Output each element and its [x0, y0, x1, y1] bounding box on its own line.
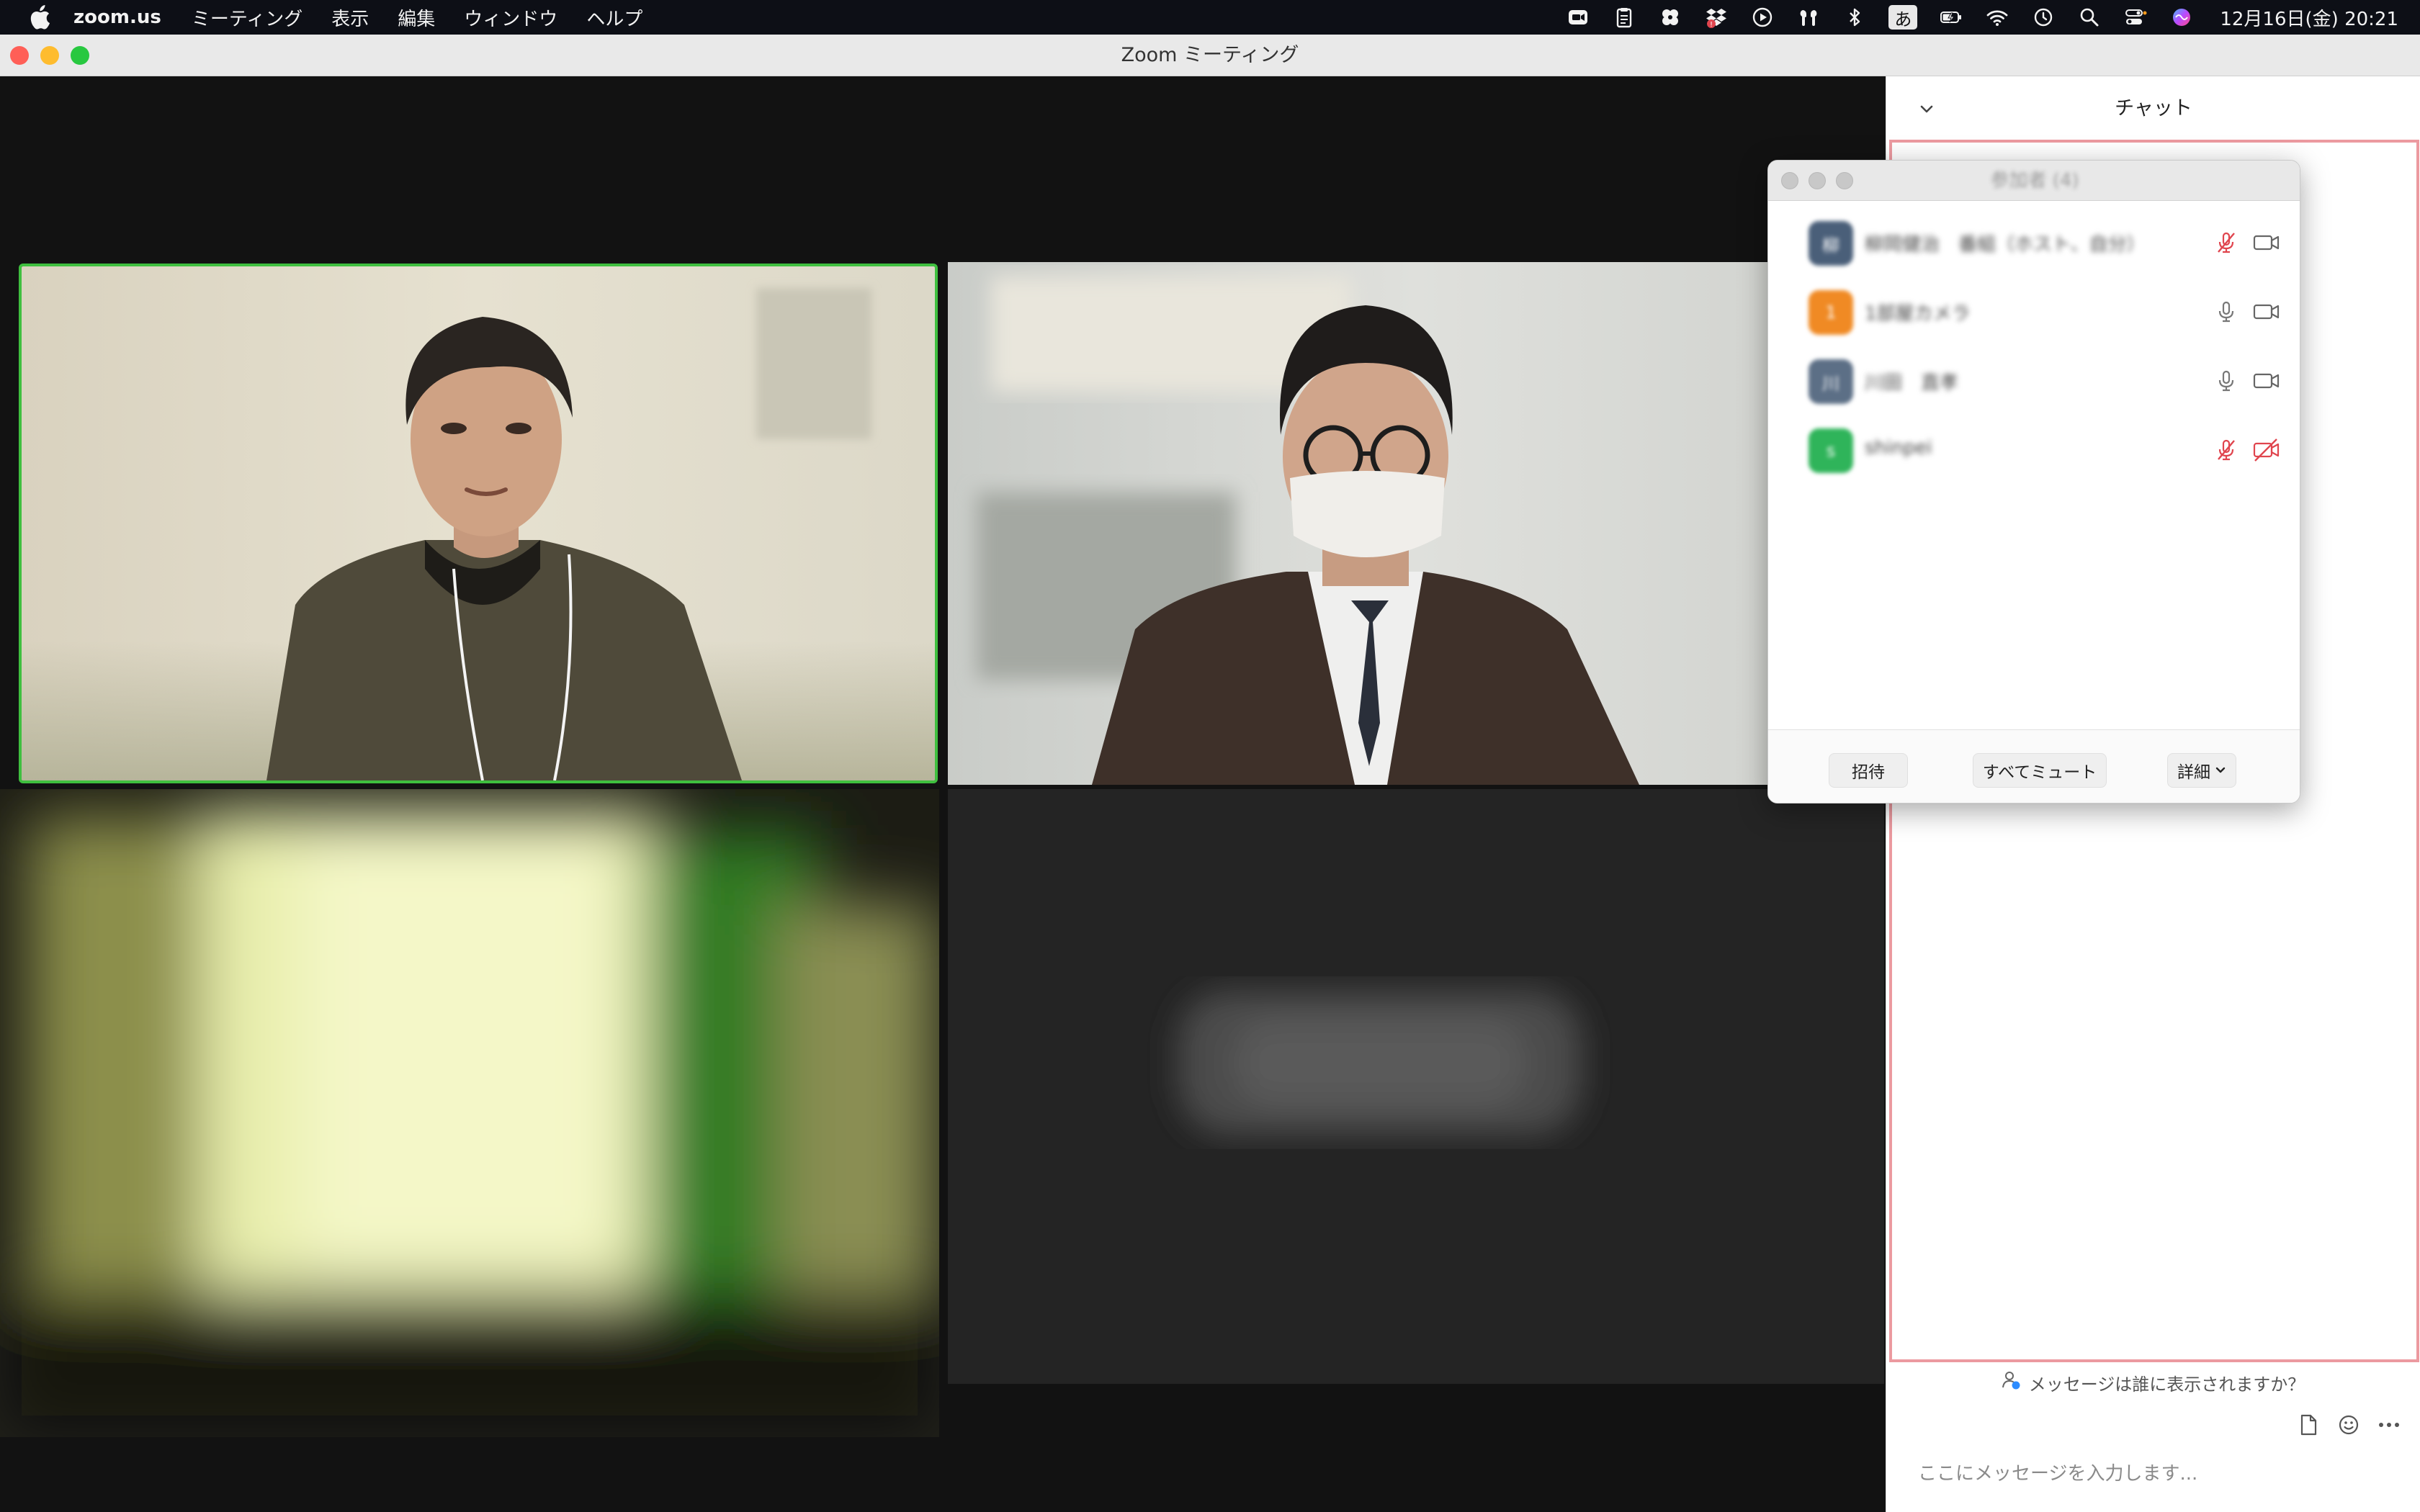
status-area: ! あ 12月16日(金) 20:21 [1566, 0, 2398, 35]
airpods-icon[interactable] [1796, 5, 1821, 30]
battery-charging-icon[interactable] [1939, 5, 1963, 30]
microphone-muted-icon[interactable] [2213, 437, 2239, 463]
participant-row[interactable]: 川 川田 直孝 [1768, 346, 2300, 415]
chat-title: チャット [2115, 97, 2192, 120]
mute-all-button[interactable]: すべてミュート [1973, 753, 2107, 788]
apple-menu-icon[interactable] [27, 5, 52, 30]
file-icon[interactable] [2296, 1413, 2321, 1437]
participant-name: 川田 直孝 [1865, 372, 1959, 394]
video-tile-participant[interactable] [0, 789, 939, 1437]
menu-window[interactable]: ウィンドウ [464, 4, 557, 31]
participant-video [22, 266, 935, 780]
participant-name: 柳岡健治 番組（ホスト、自分） [1865, 234, 2146, 256]
emoji-icon[interactable] [2336, 1413, 2361, 1437]
avatar: 柳 [1809, 221, 1853, 266]
participant-row[interactable]: 1 1部屋カメラ [1768, 277, 2300, 346]
participants-list: 柳 柳岡健治 番組（ホスト、自分） 1 1部屋カメラ 川 川田 直孝 s shi… [1768, 208, 2300, 485]
more-button-label: 詳細 [2177, 763, 2210, 782]
video-tile-active-speaker[interactable] [19, 264, 938, 783]
video-camera-icon[interactable] [2252, 299, 2281, 325]
participant-row[interactable]: s shinpei [1768, 415, 2300, 485]
menu-view[interactable]: 表示 [331, 4, 369, 31]
spotlight-search-icon[interactable] [2077, 5, 2102, 30]
menu-bar-clock[interactable]: 12月16日(金) 20:21 [2220, 4, 2398, 31]
menu-edit[interactable]: 編集 [398, 4, 435, 31]
svg-text:!: ! [1710, 21, 1713, 29]
window-title-bar: Zoom ミーティング [0, 35, 2420, 76]
participants-title-bar: 参加者 (4) [1768, 161, 2300, 201]
participant-video-blurred [0, 789, 939, 1437]
chevron-down-icon [2215, 767, 2226, 773]
menu-meeting[interactable]: ミーティング [192, 4, 302, 31]
clipboard-icon[interactable] [1612, 5, 1636, 30]
invite-button[interactable]: 招待 [1829, 753, 1908, 788]
participant-row[interactable]: 柳 柳岡健治 番組（ホスト、自分） [1768, 208, 2300, 277]
siri-icon[interactable] [2169, 5, 2194, 30]
control-center-icon[interactable] [2123, 5, 2148, 30]
participants-footer: 招待 すべてミュート 詳細 [1768, 729, 2300, 803]
participant-video [948, 262, 1884, 785]
participant-name: 1部屋カメラ [1865, 303, 1971, 325]
time-machine-icon[interactable] [2031, 5, 2056, 30]
microphone-icon[interactable] [2213, 299, 2239, 325]
more-button[interactable]: 詳細 [2167, 753, 2236, 788]
participants-title: 参加者 (4) [1990, 170, 2079, 192]
participant-name: shinpei [1865, 437, 1932, 459]
pinwheel-icon[interactable] [1658, 5, 1682, 30]
menu-app-name[interactable]: zoom.us [73, 6, 161, 28]
person-visibility-icon [2002, 1370, 2022, 1395]
video-camera-icon[interactable] [2252, 230, 2281, 256]
video-tile-participant[interactable] [948, 262, 1884, 785]
wifi-icon[interactable] [1985, 5, 2009, 30]
chat-message-input[interactable] [1918, 1456, 2379, 1492]
avatar: 1 [1809, 290, 1853, 335]
chat-visibility-text: メッセージは誰に表示されますか？ [2028, 1374, 2305, 1395]
microphone-muted-icon[interactable] [2213, 230, 2239, 256]
more-options-icon[interactable] [2377, 1413, 2401, 1437]
chat-header: チャット [1886, 76, 2420, 141]
video-tile-camera-off[interactable] [948, 789, 1884, 1384]
chat-visibility-notice[interactable]: メッセージは誰に表示されますか？ [1886, 1367, 2420, 1398]
participant-name-blurred [948, 789, 1884, 1384]
avatar: s [1809, 428, 1853, 473]
video-gallery [0, 76, 1886, 1512]
participants-window: 参加者 (4) 柳 柳岡健治 番組（ホスト、自分） 1 1部屋カメラ 川 川田 … [1767, 160, 2300, 804]
window-title: Zoom ミーティング [1121, 44, 1299, 66]
input-method-indicator[interactable]: あ [1888, 5, 1918, 30]
dropbox-icon[interactable]: ! [1704, 5, 1729, 30]
chat-toolbar [2296, 1413, 2401, 1437]
zoom-camera-icon[interactable] [1566, 5, 1590, 30]
menu-help[interactable]: ヘルプ [586, 4, 642, 31]
bluetooth-icon[interactable] [1842, 5, 1867, 30]
video-camera-icon[interactable] [2252, 368, 2281, 394]
play-circle-icon[interactable] [1750, 5, 1775, 30]
avatar: 川 [1809, 359, 1853, 404]
microphone-icon[interactable] [2213, 368, 2239, 394]
menu-bar: zoom.us ミーティング 表示 編集 ウィンドウ ヘルプ ! あ 12月16… [0, 0, 2420, 35]
video-camera-off-icon[interactable] [2252, 437, 2281, 463]
